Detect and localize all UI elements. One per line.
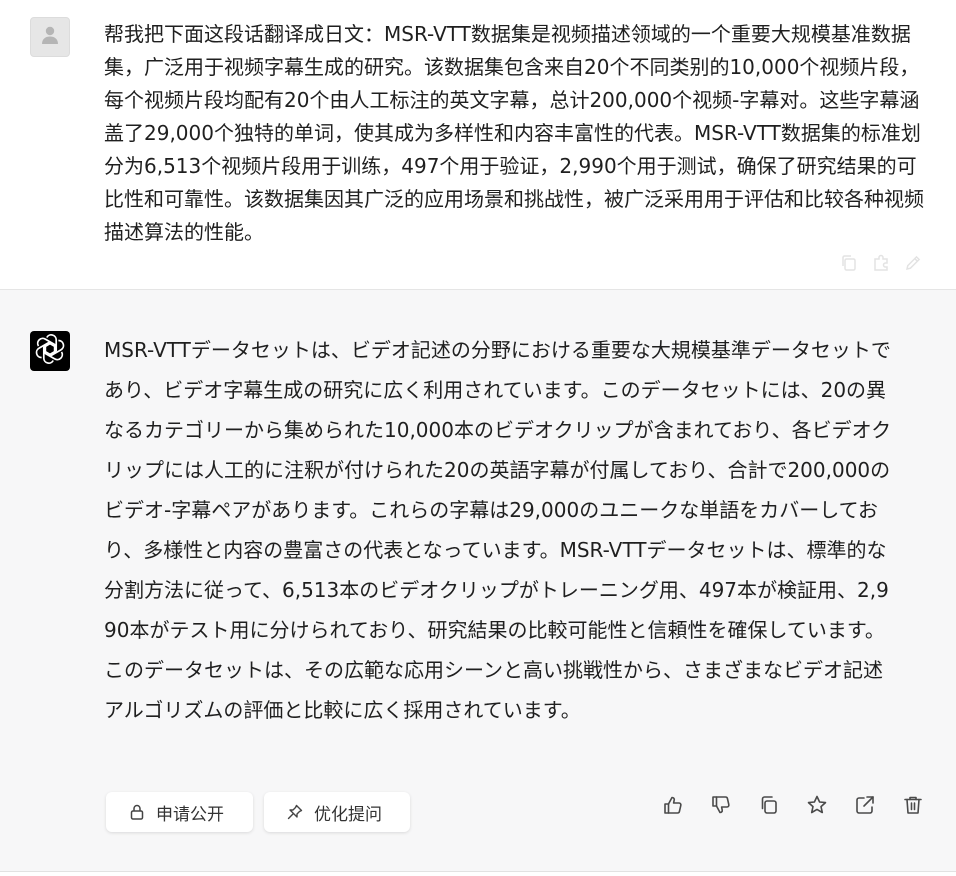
apply-public-button[interactable]: 申请公开 xyxy=(106,792,253,832)
lock-icon xyxy=(128,803,146,821)
copy-icon[interactable] xyxy=(758,794,780,816)
user-message-row: 帮我把下面这段话翻译成日文：MSR-VTT数据集是视频描述领域的一个重要大规模基… xyxy=(0,0,956,290)
optimize-question-button[interactable]: 优化提问 xyxy=(264,792,410,832)
user-avatar xyxy=(30,17,70,57)
apply-public-label: 申请公开 xyxy=(156,804,224,825)
assistant-message-row: MSR-VTTデータセットは、ビデオ記述の分野における重要な大規模基準データセッ… xyxy=(0,290,956,872)
assistant-message-actions xyxy=(662,794,924,816)
bot-avatar xyxy=(30,331,70,371)
thumbs-down-icon[interactable] xyxy=(710,794,732,816)
star-icon[interactable] xyxy=(806,794,828,816)
chat-thread: 帮我把下面这段话翻译成日文：MSR-VTT数据集是视频描述领域的一个重要大规模基… xyxy=(0,0,956,876)
puzzle-icon[interactable] xyxy=(870,252,892,274)
optimize-question-label: 优化提问 xyxy=(314,804,382,825)
assistant-message-text: MSR-VTTデータセットは、ビデオ記述の分野における重要な大規模基準データセッ… xyxy=(104,338,892,722)
share-icon[interactable] xyxy=(854,794,876,816)
openai-logo-icon xyxy=(35,334,65,368)
pin-icon xyxy=(286,803,304,821)
edit-icon[interactable] xyxy=(902,252,924,274)
user-message-actions xyxy=(838,252,924,274)
user-silhouette-icon xyxy=(39,24,61,50)
thumbs-up-icon[interactable] xyxy=(662,794,684,816)
trash-icon[interactable] xyxy=(902,794,924,816)
copy-icon[interactable] xyxy=(838,252,860,274)
user-message-text: 帮我把下面这段话翻译成日文：MSR-VTT数据集是视频描述领域的一个重要大规模基… xyxy=(104,22,924,244)
